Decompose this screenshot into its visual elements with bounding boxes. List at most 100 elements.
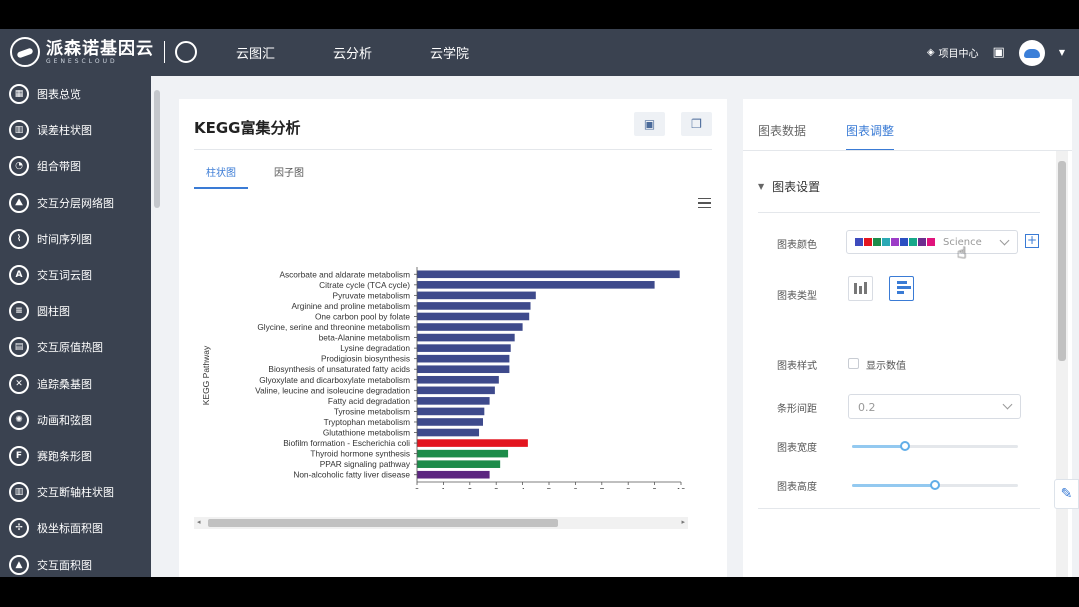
height-label: 图表高度	[777, 482, 817, 493]
chart-horizontal-scrollbar[interactable]: ◂ ▸	[194, 517, 688, 529]
y-tick-label: Glyoxylate and dicarboxylate metabolism	[259, 375, 410, 385]
horizontal-bar-icon	[893, 275, 911, 294]
logo-text: 派森诺基因云	[46, 38, 154, 59]
type-label: 图表类型	[777, 291, 817, 302]
x-tick-label: 10	[677, 487, 686, 489]
sidebar-item-chord[interactable]: ✺ 动画和弦图	[0, 402, 151, 438]
panel-scrollbar[interactable]	[1056, 151, 1068, 577]
scroll-left-arrow-icon[interactable]: ◂	[197, 518, 201, 526]
horizontal-scroll-thumb[interactable]	[208, 519, 558, 527]
panel-scroll-thumb[interactable]	[1058, 161, 1066, 361]
x-tick-label: 4	[520, 487, 525, 489]
chart-card: KEGG富集分析 ▣ ❐ 柱状图 因子图 Ascorbate and aldar…	[179, 99, 727, 577]
chart-height-slider[interactable]	[852, 480, 1018, 490]
sidebar-item-area[interactable]: ▲ 交互面积图	[0, 546, 151, 577]
sidebar-item-label: 图表总览	[37, 88, 81, 102]
sidebar-item-race-bar[interactable]: F 赛跑条形图	[0, 438, 151, 474]
nav-item-yunxueyuan[interactable]: 云学院	[430, 43, 469, 62]
heatmap-icon: ▤	[9, 337, 29, 358]
chart-settings-section-header[interactable]: ▼ 图表设置	[758, 178, 820, 195]
add-color-button[interactable]: +	[1025, 234, 1039, 248]
sidebar-item-polar[interactable]: ✢ 极坐标面积图	[0, 510, 151, 546]
cylinder-icon: ≡	[9, 301, 29, 322]
vertical-bar-type-button[interactable]	[848, 276, 873, 301]
x-tick-label: 6	[573, 487, 578, 489]
y-tick-label: Fatty acid degradation	[328, 396, 410, 406]
horizontal-bar-type-button[interactable]	[889, 276, 914, 301]
sidebar-item-label: 交互面积图	[37, 558, 92, 572]
chart-bar	[417, 281, 655, 289]
tab-bar-chart[interactable]: 柱状图	[194, 161, 248, 189]
top-navigation-bar: 派森诺基因云 GENESCLOUD 云图汇 云分析 云学院 ◈ 项目中心 ▣ ▼	[0, 29, 1079, 76]
y-tick-label: Tryptophan metabolism	[324, 417, 410, 427]
tab-chart-adjust[interactable]: 图表调整	[846, 122, 895, 151]
scroll-right-arrow-icon[interactable]: ▸	[681, 518, 685, 526]
chart-menu-icon[interactable]	[698, 198, 711, 208]
chart-bar	[417, 333, 515, 342]
grid-icon: ▦	[9, 84, 29, 105]
sidebar-item-error-bar[interactable]: ▥ 误差柱状图	[0, 112, 151, 148]
sidebar-item-time-series[interactable]: ⌇ 时间序列图	[0, 221, 151, 257]
bar-gap-value: 0.2	[858, 401, 876, 414]
feedback-button[interactable]: ✎	[1054, 479, 1079, 509]
sidebar-item-overview[interactable]: ▦ 图表总览	[0, 76, 151, 112]
sidebar-scroll-thumb[interactable]	[154, 90, 160, 208]
section-title: 图表设置	[772, 180, 821, 194]
y-tick-label: Biofilm formation - Escherichia coli	[283, 438, 410, 448]
chart-bar	[417, 449, 509, 458]
palette-swatches	[855, 238, 936, 246]
slider-handle[interactable]	[930, 480, 940, 490]
logo[interactable]: 派森诺基因云 GENESCLOUD	[10, 37, 197, 67]
nav-item-yuntuhui[interactable]: 云图汇	[236, 43, 275, 62]
chevron-down-icon[interactable]: ▼	[1059, 48, 1065, 57]
sidebar-item-label: 追踪桑基图	[37, 377, 92, 391]
sidebar-item-heatmap[interactable]: ▤ 交互原值热图	[0, 329, 151, 365]
app-screen: 派森诺基因云 GENESCLOUD 云图汇 云分析 云学院 ◈ 项目中心 ▣ ▼…	[0, 29, 1079, 577]
sidebar-item-cylinder[interactable]: ≡ 圆柱图	[0, 293, 151, 329]
chart-bar	[417, 428, 480, 437]
sidebar-item-sankey[interactable]: ✕ 追踪桑基图	[0, 366, 151, 402]
y-tick-label: PPAR signaling pathway	[320, 459, 411, 469]
x-tick-label: 0	[415, 487, 420, 489]
project-center-link[interactable]: ◈ 项目中心	[927, 45, 979, 60]
combo-icon: ◔	[9, 156, 29, 177]
x-tick-label: 1	[441, 487, 446, 489]
user-area: ◈ 项目中心 ▣ ▼	[927, 29, 1065, 76]
y-tick-label: Ascorbate and aldarate metabolism	[279, 269, 410, 279]
sidebar-item-network[interactable]: ⛰ 交互分层网络图	[0, 185, 151, 221]
slider-handle[interactable]	[900, 441, 911, 451]
edit-icon: ✎	[1060, 486, 1073, 502]
chart-width-slider[interactable]	[852, 441, 1018, 451]
chart-bar	[417, 365, 510, 374]
tab-factor-chart[interactable]: 因子图	[262, 161, 316, 189]
sidebar-item-combo-band[interactable]: ◔ 组合带图	[0, 148, 151, 184]
sidebar-item-label: 时间序列图	[37, 232, 92, 246]
color-scheme-select[interactable]: Science	[846, 230, 1018, 254]
sidebar: ▦ 图表总览 ▥ 误差柱状图 ◔ 组合带图 ⛰ 交互分层网络图 ⌇ 时间序列图 A 交互词云…	[0, 76, 151, 577]
sidebar-item-wordcloud[interactable]: A 交互词云图	[0, 257, 151, 293]
sidebar-scrollbar[interactable]	[152, 76, 162, 577]
chart-bar	[417, 470, 490, 479]
kegg-bar-chart: Ascorbate and aldarate metabolismCitrate…	[201, 267, 686, 489]
style-label: 图表样式	[777, 361, 817, 372]
bar-gap-select[interactable]: 0.2	[848, 394, 1021, 419]
panel-divider	[743, 150, 1072, 151]
sidebar-item-broken-axis[interactable]: ▥ 交互断轴柱状图	[0, 474, 151, 510]
tab-chart-data[interactable]: 图表数据	[758, 122, 806, 151]
x-tick-label: 3	[494, 487, 499, 489]
download-button[interactable]: ▣	[634, 112, 665, 136]
logo-divider	[164, 41, 165, 63]
copy-button[interactable]: ❐	[681, 112, 712, 136]
chart-bar	[417, 323, 523, 331]
page-title: KEGG富集分析	[194, 119, 301, 137]
x-tick-label: 9	[652, 487, 657, 489]
message-icon[interactable]: ▣	[993, 45, 1005, 60]
y-tick-label: Pyruvate metabolism	[333, 290, 411, 300]
sidebar-item-label: 交互原值热图	[37, 341, 103, 355]
collapse-triangle-icon: ▼	[758, 182, 765, 191]
y-tick-label: Glutathione metabolism	[323, 428, 410, 438]
nav-item-yunfenxi[interactable]: 云分析	[333, 43, 372, 62]
show-values-checkbox[interactable]	[848, 358, 859, 369]
avatar[interactable]	[1018, 39, 1045, 66]
project-center-label: 项目中心	[938, 49, 979, 60]
